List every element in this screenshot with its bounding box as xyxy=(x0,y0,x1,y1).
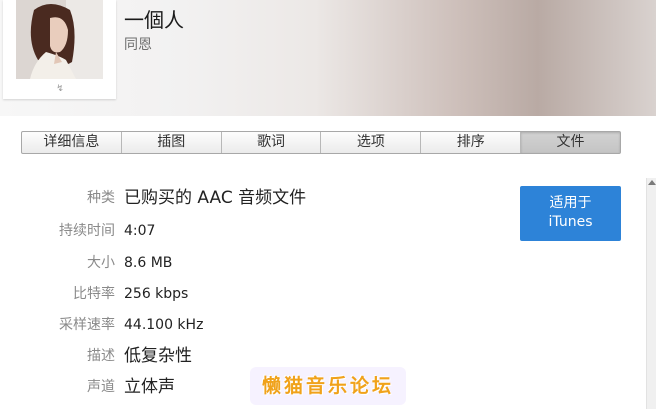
tab-details[interactable]: 详细信息 xyxy=(22,132,121,153)
row-kind: 种类 已购买的 AAC 音频文件 xyxy=(0,184,500,212)
kind-label: 种类 xyxy=(87,190,115,206)
channels-label: 声道 xyxy=(87,379,115,395)
description-label: 描述 xyxy=(87,348,115,364)
description-value: 低复杂性 xyxy=(124,346,192,366)
row-samplerate: 采样速率 44.100 kHz xyxy=(0,311,500,339)
size-value: 8.6 MB xyxy=(124,255,173,271)
row-description: 描述 低复杂性 xyxy=(0,342,500,370)
info-tabbar: 详细信息 插图 歌词 选项 排序 文件 xyxy=(21,131,621,154)
album-art[interactable] xyxy=(16,0,103,79)
tab-artwork[interactable]: 插图 xyxy=(120,132,221,153)
track-artist: 同恩 xyxy=(124,37,152,53)
samplerate-label: 采样速率 xyxy=(59,317,115,333)
bitrate-label: 比特率 xyxy=(73,286,115,302)
tab-sorting[interactable]: 排序 xyxy=(420,132,520,153)
samplerate-value: 44.100 kHz xyxy=(124,317,204,333)
tab-lyrics[interactable]: 歌词 xyxy=(220,132,321,153)
track-header: ↯ 一個人 同恩 xyxy=(0,0,656,116)
duration-label: 持续时间 xyxy=(59,223,115,239)
itunes-button-line1: 适用于 xyxy=(549,195,592,211)
tab-options[interactable]: 选项 xyxy=(320,132,420,153)
row-size: 大小 8.6 MB xyxy=(0,249,500,277)
channels-value: 立体声 xyxy=(124,377,175,397)
album-art-frame: ↯ xyxy=(3,0,116,99)
row-bitrate: 比特率 256 kbps xyxy=(0,280,500,308)
itunes-button-line2: iTunes xyxy=(548,214,593,230)
bitrate-value: 256 kbps xyxy=(124,286,189,302)
vertical-scrollbar[interactable] xyxy=(646,178,656,409)
size-label: 大小 xyxy=(87,255,115,271)
row-duration: 持续时间 4:07 xyxy=(0,217,500,245)
available-on-itunes-button[interactable]: 适用于 iTunes xyxy=(520,186,621,241)
track-title: 一個人 xyxy=(124,8,184,32)
scroll-up-arrow-icon[interactable] xyxy=(648,180,656,185)
tab-file[interactable]: 文件 xyxy=(520,132,620,153)
kind-value: 已购买的 AAC 音频文件 xyxy=(124,188,307,208)
forum-watermark: 懒猫音乐论坛 xyxy=(250,367,406,405)
art-caption: ↯ xyxy=(56,84,64,94)
duration-value: 4:07 xyxy=(124,223,156,239)
